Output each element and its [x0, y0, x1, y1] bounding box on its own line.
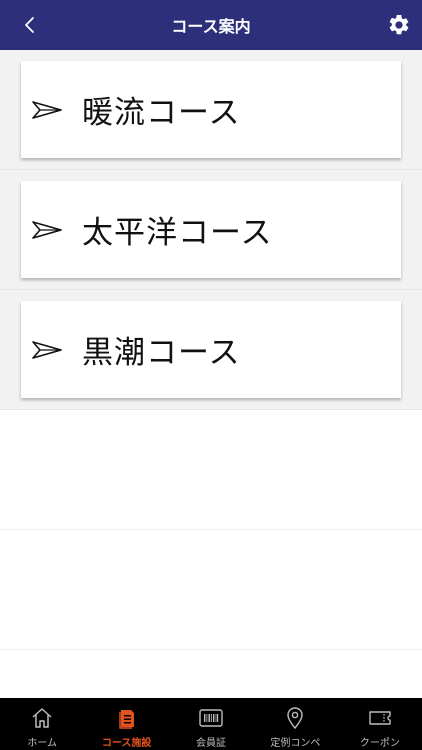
tab-coupon[interactable]: クーポン — [338, 698, 422, 750]
tab-home[interactable]: ホーム — [0, 698, 84, 750]
empty-row — [0, 530, 422, 650]
course-card-kuroshio[interactable]: 黒潮コース — [21, 301, 401, 398]
gear-icon — [389, 14, 409, 35]
course-label: 暖流コース — [82, 95, 241, 131]
course-label: 太平洋コース — [82, 215, 273, 251]
tab-label: ホーム — [27, 738, 58, 749]
location-pin-icon — [282, 705, 308, 731]
tab-label: 定例コンペ — [270, 738, 321, 749]
document-icon — [114, 705, 140, 731]
ticket-icon — [367, 705, 393, 731]
tab-label: 会員証 — [196, 738, 227, 749]
chevron-left-icon — [25, 17, 34, 33]
arrow-right-icon — [32, 340, 62, 360]
arrow-right-icon — [32, 100, 62, 120]
tab-membership-card[interactable]: 会員証 — [169, 698, 253, 750]
back-button[interactable] — [18, 13, 42, 37]
settings-button[interactable] — [386, 12, 412, 38]
empty-row — [0, 410, 422, 530]
list-row: 暖流コース — [0, 50, 422, 170]
bottom-tab-bar: ホーム コース施設 会員証 定例コンペ クーポン — [0, 698, 422, 750]
course-card-taiheiyo[interactable]: 太平洋コース — [21, 181, 401, 278]
course-label: 黒潮コース — [82, 335, 241, 371]
course-card-danryu[interactable]: 暖流コース — [21, 61, 401, 158]
tab-label: コース施設 — [101, 738, 152, 749]
barcode-icon — [198, 705, 224, 731]
tab-regular-competition[interactable]: 定例コンペ — [253, 698, 337, 750]
home-icon — [29, 705, 55, 731]
course-list: 暖流コース 太平洋コース 黒潮コース — [0, 50, 422, 650]
header-bar: コース案内 — [0, 0, 422, 50]
tab-label: クーポン — [359, 738, 400, 749]
list-row: 太平洋コース — [0, 170, 422, 290]
page-title: コース案内 — [171, 17, 251, 36]
arrow-right-icon — [32, 220, 62, 240]
tab-course-facilities[interactable]: コース施設 — [84, 698, 168, 750]
list-row: 黒潮コース — [0, 290, 422, 410]
app-screen: コース案内 暖流コース 太平洋コース 黒潮コース ホーム コース施設 会員証 定… — [0, 0, 422, 750]
